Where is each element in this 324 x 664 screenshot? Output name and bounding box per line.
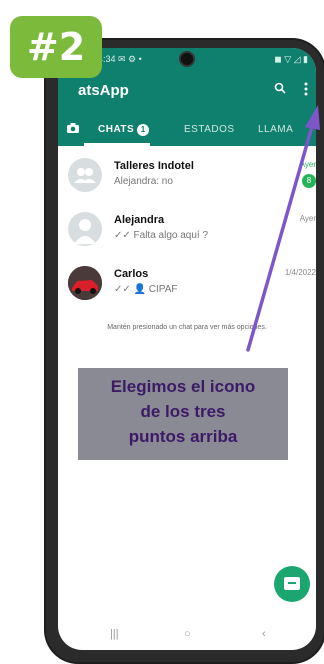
pointer-arrow bbox=[246, 105, 320, 352]
